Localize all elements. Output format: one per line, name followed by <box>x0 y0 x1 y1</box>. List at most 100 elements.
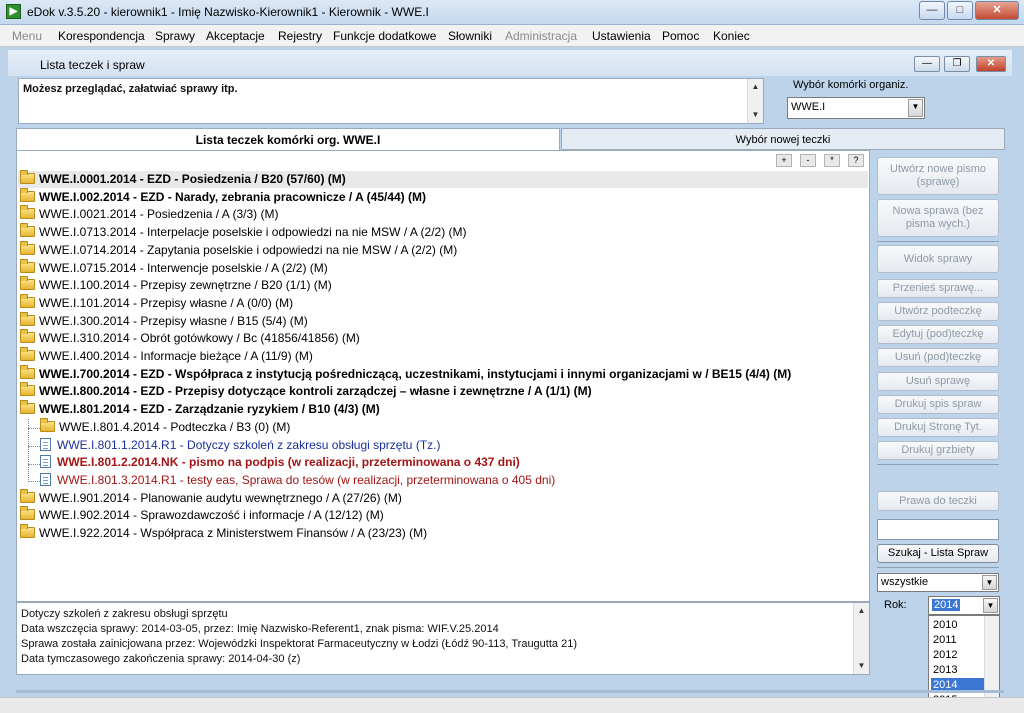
folder-item[interactable]: WWE.I.901.2014 - Planowanie audytu wewnę… <box>20 488 402 507</box>
delete-subfolder-button[interactable]: Usuń (pod)teczkę <box>877 348 999 367</box>
folder-item[interactable]: WWE.I.400.2014 - Informacje bieżące / A … <box>20 347 313 365</box>
scroll-up-icon[interactable]: ▲ <box>854 604 869 618</box>
print-title-page-button[interactable]: Drukuj Stronę Tyt. <box>877 418 999 437</box>
tree-item-label: WWE.I.700.2014 - EZD - Współpraca z inst… <box>39 366 792 381</box>
year-option[interactable]: 2010 <box>931 618 985 633</box>
folder-item[interactable]: WWE.I.0714.2014 - Zapytania poselskie i … <box>20 240 457 259</box>
menu-item-akceptacje[interactable]: Akceptacje <box>206 29 265 43</box>
year-select[interactable]: 2014 ▼ <box>928 596 1000 615</box>
menu-item-menu[interactable]: Menu <box>12 29 42 43</box>
folder-item[interactable]: WWE.I.922.2014 - Współpraca z Ministerst… <box>20 524 427 542</box>
folder-rights-button[interactable]: Prawa do teczki <box>877 491 999 511</box>
menu-item-rejestry[interactable]: Rejestry <box>278 29 322 43</box>
folder-icon <box>20 187 35 202</box>
folder-item[interactable]: WWE.I.800.2014 - EZD - Przepisy dotycząc… <box>20 382 592 400</box>
folder-item[interactable]: WWE.I.0001.2014 - EZD - Posiedzenia / B2… <box>20 170 346 188</box>
subwindow-close-button[interactable]: ✕ <box>976 56 1006 72</box>
bottom-strip <box>16 690 1004 693</box>
tree-connector <box>28 481 40 482</box>
folder-item[interactable]: WWE.I.902.2014 - Sprawozdawczość i infor… <box>20 506 384 524</box>
print-spines-button[interactable]: Drukuj grzbiety <box>877 441 999 460</box>
title-bar: ▶ eDok v.3.5.20 - kierownik1 - Imię Nazw… <box>0 0 1024 25</box>
scroll-down-icon[interactable]: ▼ <box>854 659 869 673</box>
menu-item-pomoc[interactable]: Pomoc <box>662 29 699 43</box>
folder-icon <box>20 347 35 361</box>
year-option[interactable]: 2012 <box>931 648 985 663</box>
tab-folder-list[interactable]: Lista teczek komórki org. WWE.I <box>16 128 560 150</box>
separator <box>877 241 999 242</box>
maximize-button[interactable]: □ <box>947 1 973 20</box>
tab-new-folder[interactable]: Wybór nowej teczki <box>561 128 1005 150</box>
chevron-down-icon[interactable]: ▼ <box>908 99 923 117</box>
help-button[interactable]: ? <box>848 154 864 167</box>
menu-item-ustawienia[interactable]: Ustawienia <box>592 29 651 43</box>
create-subfolder-button[interactable]: Utwórz podteczkę <box>877 302 999 321</box>
chevron-down-icon[interactable]: ▼ <box>982 575 997 590</box>
subwindow-header: Lista teczek i spraw — ❐ ✕ <box>8 50 1012 76</box>
new-letter-button[interactable]: Utwórz nowe pismo (sprawę) <box>877 157 999 195</box>
tree-item-label: WWE.I.002.2014 - EZD - Narady, zebrania … <box>39 189 426 204</box>
year-option[interactable]: 2013 <box>931 663 985 678</box>
folder-item[interactable]: WWE.I.300.2014 - Przepisy własne / B15 (… <box>20 311 308 330</box>
folder-icon <box>20 258 35 273</box>
menu-item-slowniki[interactable]: Słowniki <box>448 29 492 43</box>
menu-item-sprawy[interactable]: Sprawy <box>155 29 195 43</box>
folder-item[interactable]: WWE.I.0715.2014 - Interwencje poselskie … <box>20 258 328 277</box>
separator <box>877 567 999 568</box>
tree-item-label: WWE.I.310.2014 - Obrót gotówkowy / Bc (4… <box>39 331 360 346</box>
tree-connector <box>28 428 40 429</box>
status-filter-select[interactable]: wszystkie ▼ <box>877 573 999 592</box>
tree-item-label: WWE.I.0021.2014 - Posiedzenia / A (3/3) … <box>39 207 279 222</box>
new-case-button[interactable]: Nowa sprawa (bez pisma wych.) <box>877 199 999 237</box>
org-unit-select[interactable]: WWE.I ▼ <box>787 97 925 119</box>
search-input[interactable] <box>877 519 999 540</box>
tree-connector <box>28 446 40 447</box>
scroll-up-icon[interactable]: ▲ <box>748 80 763 94</box>
folder-item[interactable]: WWE.I.801.4.2014 - Podteczka / B3 (0) (M… <box>40 417 290 436</box>
case-view-button[interactable]: Widok sprawy <box>877 245 999 273</box>
window-title: eDok v.3.5.20 - kierownik1 - Imię Nazwis… <box>27 5 429 19</box>
expand-all-button[interactable]: + <box>776 154 792 167</box>
folder-icon <box>20 400 35 415</box>
folder-item[interactable]: WWE.I.101.2014 - Przepisy własne / A (0/… <box>20 293 293 312</box>
folder-icon <box>40 417 55 432</box>
menu-item-administracja[interactable]: Administracja <box>505 29 577 43</box>
edit-subfolder-button[interactable]: Edytuj (pod)teczkę <box>877 325 999 344</box>
folder-icon <box>20 240 35 255</box>
details-line: Dotyczy szkoleń z zakresu obsługi sprzęt… <box>21 608 228 620</box>
menu-item-funkcje-dodatkowe[interactable]: Funkcje dodatkowe <box>333 29 436 43</box>
print-list-button[interactable]: Drukuj spis spraw <box>877 395 999 414</box>
case-item[interactable]: WWE.I.801.1.2014.R1 - Dotyczy szkoleń z … <box>40 437 440 454</box>
move-case-button[interactable]: Przenieś sprawę... <box>877 279 999 298</box>
chevron-down-icon[interactable]: ▼ <box>983 598 998 613</box>
minimize-button[interactable]: — <box>919 1 945 20</box>
folder-item[interactable]: WWE.I.100.2014 - Przepisy zewnętrzne / B… <box>20 276 332 294</box>
subwindow-title: Lista teczek i spraw <box>40 58 145 72</box>
folder-icon <box>20 488 35 503</box>
subwindow-minimize-button[interactable]: — <box>914 56 940 72</box>
folder-item[interactable]: WWE.I.700.2014 - EZD - Współpraca z inst… <box>20 364 792 383</box>
folder-item[interactable]: WWE.I.0021.2014 - Posiedzenia / A (3/3) … <box>20 205 279 223</box>
menu-item-korespondencja[interactable]: Korespondencja <box>58 29 145 43</box>
close-button[interactable]: ✕ <box>975 1 1019 20</box>
details-scrollbar[interactable]: ▲ ▼ <box>853 603 869 674</box>
folder-item[interactable]: WWE.I.310.2014 - Obrót gotówkowy / Bc (4… <box>20 329 360 347</box>
subwindow-restore-button[interactable]: ❐ <box>944 56 970 72</box>
case-item[interactable]: WWE.I.801.3.2014.R1 - testy eas, Sprawa … <box>40 472 555 489</box>
case-item[interactable]: WWE.I.801.2.2014.NK - pismo na podpis (w… <box>40 454 520 471</box>
delete-case-button[interactable]: Usuń sprawę <box>877 372 999 391</box>
collapse-all-button[interactable]: - <box>800 154 816 167</box>
menu-item-koniec[interactable]: Koniec <box>713 29 750 43</box>
tree-item-label: WWE.I.801.1.2014.R1 - Dotyczy szkoleń z … <box>57 437 441 452</box>
info-scrollbar[interactable]: ▲ ▼ <box>747 79 763 123</box>
document-icon <box>40 455 51 469</box>
folder-item[interactable]: WWE.I.0713.2014 - Interpelacje poselskie… <box>20 223 467 241</box>
search-cases-button[interactable]: Szukaj - Lista Spraw <box>877 544 999 563</box>
expand-star-button[interactable]: * <box>824 154 840 167</box>
scroll-down-icon[interactable]: ▼ <box>748 108 763 122</box>
folder-item[interactable]: WWE.I.801.2014 - EZD - Zarządzanie ryzyk… <box>20 400 380 418</box>
year-label: Rok: <box>884 599 907 611</box>
tree-item-label: WWE.I.801.3.2014.R1 - testy eas, Sprawa … <box>57 472 556 487</box>
folder-item[interactable]: WWE.I.002.2014 - EZD - Narady, zebrania … <box>20 187 426 206</box>
year-option[interactable]: 2011 <box>931 633 985 648</box>
